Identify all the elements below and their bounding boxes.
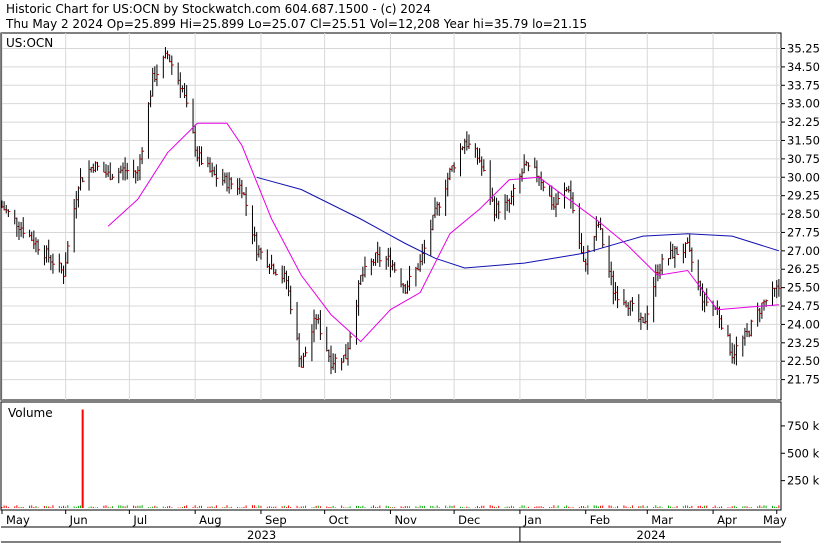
month-label: Jul	[132, 513, 147, 527]
price-tick-label: 25.50	[787, 281, 820, 295]
volume-tick-label: 750 k	[787, 419, 820, 433]
price-tick-label: 35.25	[787, 41, 820, 55]
price-tick-label: 32.25	[787, 115, 820, 129]
month-label: Aug	[199, 513, 221, 527]
chart-header-line1: Historic Chart for US:OCN by Stockwatch.…	[6, 2, 431, 16]
price-tick-label: 24.75	[787, 299, 820, 313]
month-label: Jan	[523, 513, 542, 527]
price-tick-label: 29.25	[787, 189, 820, 203]
chart-background	[0, 0, 830, 543]
month-label: Sep	[265, 513, 287, 527]
month-label: Dec	[458, 513, 480, 527]
year-label: 2023	[247, 528, 276, 542]
chart-header-line2: Thu May 2 2024 Op=25.899 Hi=25.899 Lo=25…	[5, 17, 587, 31]
stock-chart: Historic Chart for US:OCN by Stockwatch.…	[0, 0, 830, 543]
price-tick-label: 27.00	[787, 244, 820, 258]
price-tick-label: 30.00	[787, 170, 820, 184]
price-tick-label: 24.00	[787, 317, 820, 331]
volume-tick-label: 500 k	[787, 446, 820, 460]
price-tick-label: 27.75	[787, 225, 820, 239]
price-tick-label: 28.50	[787, 207, 820, 221]
price-tick-label: 21.75	[787, 373, 820, 387]
month-label: Jun	[69, 513, 88, 527]
price-tick-label: 31.50	[787, 133, 820, 147]
month-label: May	[763, 513, 787, 527]
month-label: Oct	[329, 513, 349, 527]
volume-tick-label: 250 k	[787, 474, 820, 488]
price-tick-label: 30.75	[787, 152, 820, 166]
price-tick-label: 23.25	[787, 336, 820, 350]
month-label: Mar	[651, 513, 673, 527]
price-tick-label: 26.25	[787, 262, 820, 276]
price-tick-label: 22.50	[787, 354, 820, 368]
volume-axis: 750 k 500 k 250 k	[781, 419, 820, 488]
year-label: 2024	[636, 528, 665, 542]
month-label: Nov	[394, 513, 417, 527]
symbol-label: US:OCN	[6, 36, 53, 50]
month-label: May	[6, 513, 30, 527]
price-tick-label: 33.75	[787, 78, 820, 92]
month-label: Apr	[717, 513, 737, 527]
price-tick-label: 34.50	[787, 60, 820, 74]
month-label: Feb	[590, 513, 610, 527]
volume-label: Volume	[8, 406, 53, 420]
price-tick-label: 33.00	[787, 97, 820, 111]
